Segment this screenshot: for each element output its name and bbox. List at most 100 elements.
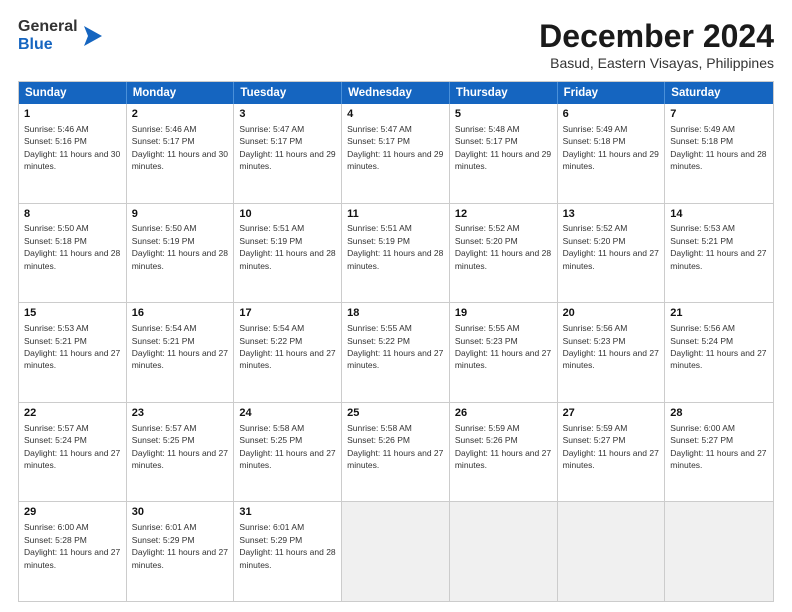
daylight-text: Daylight: 11 hours and 28 minutes. <box>670 149 766 171</box>
sunset-text: Sunset: 5:17 PM <box>455 136 518 146</box>
daylight-text: Daylight: 11 hours and 30 minutes. <box>132 149 228 171</box>
calendar-cell: 15 Sunrise: 5:53 AM Sunset: 5:21 PM Dayl… <box>19 303 127 402</box>
calendar-cell: 12 Sunrise: 5:52 AM Sunset: 5:20 PM Dayl… <box>450 204 558 303</box>
calendar-cell <box>342 502 450 601</box>
daylight-text: Daylight: 11 hours and 27 minutes. <box>132 547 228 569</box>
sunset-text: Sunset: 5:24 PM <box>24 435 87 445</box>
day-number: 28 <box>670 406 768 421</box>
sunset-text: Sunset: 5:21 PM <box>670 236 733 246</box>
daylight-text: Daylight: 11 hours and 30 minutes. <box>24 149 120 171</box>
daylight-text: Daylight: 11 hours and 27 minutes. <box>132 448 228 470</box>
calendar-cell: 28 Sunrise: 6:00 AM Sunset: 5:27 PM Dayl… <box>665 403 773 502</box>
sunrise-text: Sunrise: 5:57 AM <box>132 423 197 433</box>
daylight-text: Daylight: 11 hours and 29 minutes. <box>239 149 335 171</box>
daylight-text: Daylight: 11 hours and 27 minutes. <box>670 348 766 370</box>
day-number: 27 <box>563 406 660 421</box>
daylight-text: Daylight: 11 hours and 27 minutes. <box>670 248 766 270</box>
sunset-text: Sunset: 5:18 PM <box>670 136 733 146</box>
calendar-cell: 3 Sunrise: 5:47 AM Sunset: 5:17 PM Dayli… <box>234 104 342 203</box>
sunset-text: Sunset: 5:26 PM <box>455 435 518 445</box>
calendar-cell: 5 Sunrise: 5:48 AM Sunset: 5:17 PM Dayli… <box>450 104 558 203</box>
day-number: 19 <box>455 306 552 321</box>
sunset-text: Sunset: 5:27 PM <box>670 435 733 445</box>
sunrise-text: Sunrise: 5:51 AM <box>239 223 304 233</box>
calendar-week-1: 1 Sunrise: 5:46 AM Sunset: 5:16 PM Dayli… <box>19 104 773 204</box>
sunrise-text: Sunrise: 5:54 AM <box>132 323 197 333</box>
sunset-text: Sunset: 5:29 PM <box>132 535 195 545</box>
header-day-wednesday: Wednesday <box>342 82 450 104</box>
sunrise-text: Sunrise: 5:53 AM <box>670 223 735 233</box>
sunset-text: Sunset: 5:17 PM <box>132 136 195 146</box>
daylight-text: Daylight: 11 hours and 28 minutes. <box>347 248 443 270</box>
sunrise-text: Sunrise: 5:47 AM <box>239 124 304 134</box>
sunset-text: Sunset: 5:18 PM <box>24 236 87 246</box>
day-number: 23 <box>132 406 229 421</box>
daylight-text: Daylight: 11 hours and 29 minutes. <box>347 149 443 171</box>
main-title: December 2024 <box>539 18 774 55</box>
sunrise-text: Sunrise: 6:00 AM <box>24 522 89 532</box>
day-number: 1 <box>24 107 121 122</box>
daylight-text: Daylight: 11 hours and 28 minutes. <box>24 248 120 270</box>
day-number: 7 <box>670 107 768 122</box>
daylight-text: Daylight: 11 hours and 27 minutes. <box>563 348 659 370</box>
daylight-text: Daylight: 11 hours and 29 minutes. <box>455 149 551 171</box>
header-day-thursday: Thursday <box>450 82 558 104</box>
sunrise-text: Sunrise: 5:56 AM <box>563 323 628 333</box>
sunset-text: Sunset: 5:29 PM <box>239 535 302 545</box>
calendar-cell: 2 Sunrise: 5:46 AM Sunset: 5:17 PM Dayli… <box>127 104 235 203</box>
sunrise-text: Sunrise: 5:55 AM <box>347 323 412 333</box>
calendar-cell: 22 Sunrise: 5:57 AM Sunset: 5:24 PM Dayl… <box>19 403 127 502</box>
day-number: 10 <box>239 207 336 222</box>
header-day-tuesday: Tuesday <box>234 82 342 104</box>
day-number: 30 <box>132 505 229 520</box>
calendar-week-4: 22 Sunrise: 5:57 AM Sunset: 5:24 PM Dayl… <box>19 403 773 503</box>
day-number: 3 <box>239 107 336 122</box>
sunrise-text: Sunrise: 5:53 AM <box>24 323 89 333</box>
day-number: 15 <box>24 306 121 321</box>
calendar-cell: 16 Sunrise: 5:54 AM Sunset: 5:21 PM Dayl… <box>127 303 235 402</box>
sunrise-text: Sunrise: 5:54 AM <box>239 323 304 333</box>
calendar-week-3: 15 Sunrise: 5:53 AM Sunset: 5:21 PM Dayl… <box>19 303 773 403</box>
sunrise-text: Sunrise: 5:56 AM <box>670 323 735 333</box>
calendar: SundayMondayTuesdayWednesdayThursdayFrid… <box>18 81 774 602</box>
day-number: 9 <box>132 207 229 222</box>
calendar-cell: 9 Sunrise: 5:50 AM Sunset: 5:19 PM Dayli… <box>127 204 235 303</box>
daylight-text: Daylight: 11 hours and 27 minutes. <box>563 248 659 270</box>
day-number: 8 <box>24 207 121 222</box>
sunset-text: Sunset: 5:23 PM <box>455 336 518 346</box>
sunset-text: Sunset: 5:21 PM <box>132 336 195 346</box>
sunrise-text: Sunrise: 5:52 AM <box>455 223 520 233</box>
calendar-cell: 23 Sunrise: 5:57 AM Sunset: 5:25 PM Dayl… <box>127 403 235 502</box>
sunset-text: Sunset: 5:19 PM <box>239 236 302 246</box>
daylight-text: Daylight: 11 hours and 28 minutes. <box>132 248 228 270</box>
day-number: 29 <box>24 505 121 520</box>
daylight-text: Daylight: 11 hours and 27 minutes. <box>239 348 335 370</box>
daylight-text: Daylight: 11 hours and 29 minutes. <box>563 149 659 171</box>
sunset-text: Sunset: 5:20 PM <box>455 236 518 246</box>
calendar-cell <box>665 502 773 601</box>
sunrise-text: Sunrise: 5:48 AM <box>455 124 520 134</box>
day-number: 21 <box>670 306 768 321</box>
daylight-text: Daylight: 11 hours and 27 minutes. <box>24 448 120 470</box>
calendar-cell: 27 Sunrise: 5:59 AM Sunset: 5:27 PM Dayl… <box>558 403 666 502</box>
day-number: 18 <box>347 306 444 321</box>
sunset-text: Sunset: 5:16 PM <box>24 136 87 146</box>
sunrise-text: Sunrise: 6:01 AM <box>132 522 197 532</box>
sunrise-text: Sunrise: 5:49 AM <box>670 124 735 134</box>
calendar-cell: 1 Sunrise: 5:46 AM Sunset: 5:16 PM Dayli… <box>19 104 127 203</box>
sunset-text: Sunset: 5:25 PM <box>239 435 302 445</box>
calendar-cell: 13 Sunrise: 5:52 AM Sunset: 5:20 PM Dayl… <box>558 204 666 303</box>
sunset-text: Sunset: 5:19 PM <box>132 236 195 246</box>
header-day-saturday: Saturday <box>665 82 773 104</box>
sunset-text: Sunset: 5:22 PM <box>347 336 410 346</box>
sunrise-text: Sunrise: 5:47 AM <box>347 124 412 134</box>
logo-bird-icon <box>80 22 102 50</box>
sunrise-text: Sunrise: 5:50 AM <box>24 223 89 233</box>
calendar-week-5: 29 Sunrise: 6:00 AM Sunset: 5:28 PM Dayl… <box>19 502 773 601</box>
day-number: 4 <box>347 107 444 122</box>
calendar-cell: 20 Sunrise: 5:56 AM Sunset: 5:23 PM Dayl… <box>558 303 666 402</box>
daylight-text: Daylight: 11 hours and 27 minutes. <box>24 348 120 370</box>
calendar-cell: 11 Sunrise: 5:51 AM Sunset: 5:19 PM Dayl… <box>342 204 450 303</box>
calendar-cell: 24 Sunrise: 5:58 AM Sunset: 5:25 PM Dayl… <box>234 403 342 502</box>
sunrise-text: Sunrise: 5:50 AM <box>132 223 197 233</box>
